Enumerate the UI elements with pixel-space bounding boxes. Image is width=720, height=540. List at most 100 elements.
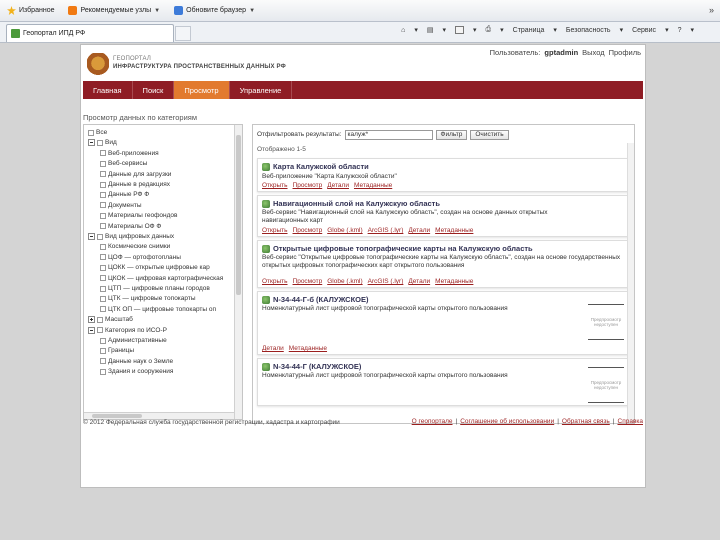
update-browser-button[interactable]: Обновите браузер ▼	[171, 4, 258, 17]
caret-icon[interactable]: ▾	[620, 26, 624, 34]
arcgis-lyr-link[interactable]: ArcGIS (.lyr)	[368, 278, 404, 285]
details-link[interactable]: Детали	[408, 227, 430, 234]
tree-node[interactable]: Административные	[100, 336, 167, 345]
tree-checkbox[interactable]	[100, 358, 106, 365]
tree-checkbox[interactable]	[100, 337, 106, 344]
tree-checkbox[interactable]	[100, 264, 106, 271]
tree-node[interactable]: Категория по ИСО-Р	[88, 326, 167, 335]
details-link[interactable]: Детали	[327, 182, 349, 189]
details-link[interactable]: Детали	[262, 345, 284, 352]
tree-node[interactable]: Данные наук о Земле	[100, 357, 173, 366]
tools-menu[interactable]: Сервис	[632, 27, 656, 34]
nav-browse[interactable]: Просмотр	[174, 81, 230, 99]
metadata-link[interactable]: Метаданные	[435, 227, 473, 234]
tree-node[interactable]: Вид	[88, 138, 117, 147]
tree-checkbox[interactable]	[100, 285, 106, 292]
metadata-link[interactable]: Метаданные	[354, 182, 392, 189]
tree-vertical-scrollbar[interactable]	[234, 125, 242, 419]
collapse-icon[interactable]	[88, 139, 95, 147]
expand-icon[interactable]	[88, 316, 95, 324]
feeds-icon[interactable]: ▤	[427, 26, 434, 34]
help-link[interactable]: Справка	[618, 418, 644, 425]
tree-node[interactable]: Все	[88, 128, 107, 137]
home-icon[interactable]: ⌂	[401, 27, 405, 34]
nav-home[interactable]: Главная	[83, 81, 133, 99]
open-link[interactable]: Открыть	[262, 227, 288, 234]
caret-icon[interactable]: ▾	[473, 26, 477, 34]
tree-checkbox[interactable]	[100, 181, 106, 188]
logout-link[interactable]: Выход	[582, 48, 604, 57]
new-tab-button[interactable]	[175, 26, 191, 41]
favorites-button[interactable]: Избранное	[4, 4, 57, 17]
result-title[interactable]: Открытые цифровые топографические карты …	[273, 244, 533, 253]
overflow-chevron-icon[interactable]: »	[709, 5, 714, 15]
tree-node[interactable]: ЦОКК — открытые цифровые кар	[100, 263, 210, 272]
tree-horizontal-scrollbar[interactable]	[84, 412, 234, 419]
caret-icon[interactable]: ▾	[690, 26, 694, 34]
tree-checkbox[interactable]	[100, 191, 106, 198]
globe-kml-link[interactable]: Globe (.kml)	[327, 278, 362, 285]
collapse-icon[interactable]	[88, 233, 95, 240]
tree-checkbox[interactable]	[97, 139, 103, 146]
tree-node[interactable]: Данные для загрузки	[100, 170, 171, 179]
tree-node[interactable]: Документы	[100, 201, 142, 210]
result-title[interactable]: Карта Калужской области	[273, 162, 369, 171]
tree-checkbox[interactable]	[100, 212, 106, 219]
tree-checkbox[interactable]	[100, 368, 106, 375]
preview-link[interactable]: Просмотр	[293, 227, 323, 234]
tree-checkbox[interactable]	[100, 347, 106, 354]
arcgis-lyr-link[interactable]: ArcGIS (.lyr)	[368, 227, 404, 234]
filter-input[interactable]: калуж*	[344, 129, 433, 140]
profile-link[interactable]: Профиль	[609, 48, 641, 57]
results-scrollbar[interactable]	[627, 143, 634, 423]
result-title[interactable]: N-34-44-Г (КАЛУЖСКОЕ)	[273, 362, 361, 371]
feedback-link[interactable]: Обратная связь	[562, 418, 610, 425]
print-icon[interactable]: ⎙	[486, 26, 492, 34]
tree-node[interactable]: Здания и сооружения	[100, 367, 173, 376]
clear-button[interactable]: Очистить	[470, 129, 509, 140]
suggested-sites-button[interactable]: Рекомендуемые узлы ▼	[65, 4, 163, 17]
terms-link[interactable]: Соглашение об использовании	[460, 418, 554, 425]
tree-node[interactable]: Границы	[100, 346, 134, 355]
tree-checkbox[interactable]	[100, 275, 106, 282]
help-icon[interactable]: ?	[678, 27, 682, 34]
tree-node[interactable]: Данные РФ Ф	[100, 190, 149, 199]
tree-checkbox[interactable]	[97, 233, 103, 240]
caret-icon[interactable]: ▾	[500, 26, 504, 34]
tree-node[interactable]: ЦТК ОП — цифровые топокарты оп	[100, 305, 216, 314]
tree-checkbox[interactable]	[100, 306, 106, 313]
result-title[interactable]: N-34-44-Г-б (КАЛУЖСКОЕ)	[273, 295, 369, 304]
tree-node[interactable]: ЦОФ — ортофотопланы	[100, 253, 181, 262]
preview-link[interactable]: Просмотр	[293, 278, 323, 285]
tree-node[interactable]: Космические снимки	[100, 242, 170, 251]
tree-checkbox[interactable]	[100, 150, 106, 157]
open-link[interactable]: Открыть	[262, 278, 288, 285]
mail-icon[interactable]	[455, 26, 465, 34]
metadata-link[interactable]: Метаданные	[435, 278, 473, 285]
tree-node[interactable]: ЦТК — цифровые топокарты	[100, 294, 196, 303]
nav-manage[interactable]: Управление	[230, 81, 293, 99]
tree-node[interactable]: Материалы геофондов	[100, 211, 177, 220]
tree-checkbox[interactable]	[97, 316, 103, 323]
tree-checkbox[interactable]	[97, 327, 103, 334]
tree-node[interactable]: Данные в редакциях	[100, 180, 170, 189]
about-link[interactable]: О геопортале	[412, 418, 453, 425]
tree-node[interactable]: Материалы ОФ Ф	[100, 222, 161, 231]
caret-icon[interactable]: ▾	[553, 26, 557, 34]
caret-icon[interactable]: ▾	[443, 26, 447, 34]
metadata-link[interactable]: Метаданные	[289, 345, 327, 352]
globe-kml-link[interactable]: Globe (.kml)	[327, 227, 362, 234]
tree-node[interactable]: Масштаб	[88, 315, 133, 324]
nav-search[interactable]: Поиск	[133, 81, 175, 99]
page-menu[interactable]: Страница	[513, 27, 545, 34]
safety-menu[interactable]: Безопасность	[566, 27, 611, 34]
caret-icon[interactable]: ▾	[665, 26, 669, 34]
preview-link[interactable]: Просмотр	[293, 182, 323, 189]
caret-icon[interactable]: ▾	[414, 26, 418, 34]
tree-node[interactable]: Веб-приложения	[100, 149, 159, 158]
tab-geoportal[interactable]: Геопортал ИПД РФ	[6, 24, 174, 42]
result-title[interactable]: Навигационный слой на Калужскую область	[273, 199, 440, 208]
tree-checkbox[interactable]	[100, 202, 106, 209]
tree-checkbox[interactable]	[100, 160, 106, 167]
open-link[interactable]: Открыть	[262, 182, 288, 189]
